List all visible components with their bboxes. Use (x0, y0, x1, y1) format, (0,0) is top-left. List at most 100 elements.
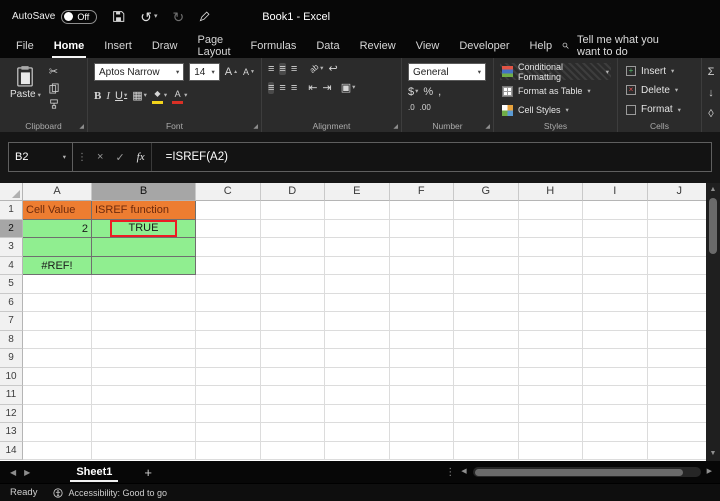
italic-button[interactable]: I (106, 90, 110, 102)
cell-B8[interactable] (92, 330, 196, 349)
cell-E3[interactable] (325, 238, 390, 257)
accessibility-status[interactable]: Accessibility: Good to go (53, 488, 167, 498)
cell-F4[interactable] (389, 256, 454, 275)
cell-E2[interactable] (325, 219, 390, 238)
row-header-4[interactable]: 4 (0, 256, 23, 275)
cell-H12[interactable] (518, 404, 583, 423)
cell-C10[interactable] (196, 367, 261, 386)
cell-H9[interactable] (518, 349, 583, 368)
cell-B4[interactable] (92, 256, 196, 275)
cell-G5[interactable] (454, 275, 519, 294)
cell-J3[interactable] (647, 238, 706, 257)
cell-J5[interactable] (647, 275, 706, 294)
cell-F8[interactable] (389, 330, 454, 349)
cell-F1[interactable] (389, 201, 454, 220)
cell-A10[interactable] (23, 367, 92, 386)
menu-tab-developer[interactable]: Developer (449, 33, 519, 58)
cell-C14[interactable] (196, 441, 261, 460)
cell-J12[interactable] (647, 405, 706, 423)
cell-D14[interactable] (260, 441, 325, 460)
cell-H4[interactable] (518, 256, 583, 275)
cell-F5[interactable] (389, 275, 454, 294)
scroll-up-icon[interactable]: ▲ (710, 185, 717, 195)
column-header-H[interactable]: H (518, 183, 583, 201)
save-button[interactable] (112, 10, 125, 23)
cell-C9[interactable] (196, 349, 261, 368)
cell-E8[interactable] (325, 330, 390, 349)
cell-E5[interactable] (325, 275, 390, 294)
cell-B1[interactable]: ISREF function (92, 201, 196, 220)
increase-decimal-button[interactable]: .0 (408, 102, 415, 114)
fill-down-icon[interactable]: ↓ (708, 87, 714, 99)
menu-tab-help[interactable]: Help (519, 33, 562, 58)
middle-align-button[interactable]: ≡ (279, 63, 286, 75)
menu-tab-file[interactable]: File (6, 33, 44, 58)
row-header-9[interactable]: 9 (0, 349, 23, 368)
row-header-8[interactable]: 8 (0, 330, 23, 349)
cell-H8[interactable] (518, 330, 583, 349)
row-header-7[interactable]: 7 (0, 312, 23, 331)
column-header-G[interactable]: G (454, 183, 519, 201)
fill-color-button[interactable]: ◆ ▾ (151, 88, 167, 104)
cell-I7[interactable] (583, 312, 648, 331)
cell-C1[interactable] (196, 201, 261, 220)
autosave-toggle[interactable]: AutoSave Off (12, 9, 98, 24)
column-header-A[interactable]: A (23, 183, 92, 201)
alignment-dialog-launcher[interactable]: ◢ (393, 123, 398, 130)
cell-H13[interactable] (518, 423, 583, 442)
enter-button[interactable]: ✓ (109, 143, 130, 171)
format-as-table-button[interactable]: Format as Table ▾ (500, 83, 611, 99)
row-header-1[interactable]: 1 (0, 201, 23, 220)
formula-bar-drag-handle[interactable]: ⋮ (73, 143, 91, 171)
cell-H5[interactable] (518, 275, 583, 294)
cell-E1[interactable] (325, 201, 390, 220)
cell-B12[interactable] (92, 404, 196, 423)
align-center-button[interactable]: ≡ (279, 82, 285, 94)
redo-button[interactable]: ↻ (172, 10, 184, 24)
cell-D1[interactable] (260, 201, 325, 220)
cell-J1[interactable] (647, 201, 706, 220)
row-header-12[interactable]: 12 (0, 404, 23, 423)
cell-G6[interactable] (454, 293, 519, 312)
cell-H11[interactable] (518, 386, 583, 405)
cell-B14[interactable] (92, 441, 196, 460)
cell-C4[interactable] (196, 256, 261, 275)
delete-cells-button[interactable]: × Delete ▾ (624, 82, 695, 98)
new-sheet-button[interactable]: + (144, 465, 152, 480)
cell-D13[interactable] (260, 423, 325, 442)
cell-A7[interactable] (23, 312, 92, 331)
cell-H3[interactable] (518, 238, 583, 257)
cell-B6[interactable] (92, 293, 196, 312)
cell-B10[interactable] (92, 367, 196, 386)
cell-J14[interactable] (647, 442, 706, 460)
tell-me-search[interactable]: Tell me what you want to do (562, 34, 662, 58)
cell-C2[interactable] (196, 219, 261, 238)
cell-E4[interactable] (325, 256, 390, 275)
row-header-2[interactable]: 2 (0, 219, 23, 238)
cell-I3[interactable] (583, 238, 648, 257)
cell-G13[interactable] (454, 423, 519, 442)
cell-D5[interactable] (260, 275, 325, 294)
cell-J13[interactable] (647, 423, 706, 442)
menu-tab-review[interactable]: Review (350, 33, 406, 58)
cell-F12[interactable] (389, 404, 454, 423)
cell-C8[interactable] (196, 330, 261, 349)
cell-I4[interactable] (583, 256, 648, 275)
font-name-combo[interactable]: Aptos Narrow ▾ (94, 63, 185, 81)
paste-button[interactable]: Paste ▾ (6, 63, 49, 109)
cell-E10[interactable] (325, 367, 390, 386)
decrease-font-button[interactable]: A ▼ (243, 66, 255, 78)
cell-A13[interactable] (23, 423, 92, 442)
cell-I10[interactable] (583, 367, 648, 386)
cell-F3[interactable] (389, 238, 454, 257)
cell-I6[interactable] (583, 293, 648, 312)
cell-D3[interactable] (260, 238, 325, 257)
formula-input[interactable]: =ISREF(A2) (150, 143, 711, 171)
increase-indent-button[interactable]: ⇥ (322, 82, 331, 94)
cell-E9[interactable] (325, 349, 390, 368)
customize-toolbar-button[interactable] (199, 11, 210, 22)
cut-button[interactable]: ✂ (49, 66, 59, 78)
font-size-combo[interactable]: 14 ▾ (189, 63, 220, 81)
cell-G12[interactable] (454, 404, 519, 423)
cell-F14[interactable] (389, 441, 454, 460)
